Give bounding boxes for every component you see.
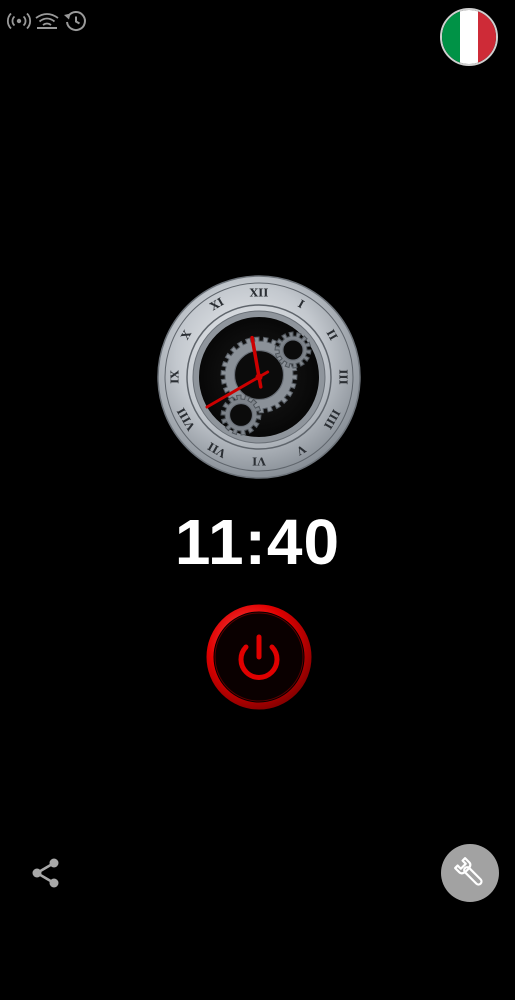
- share-icon: [32, 858, 59, 888]
- time-display: 11:40: [174, 506, 341, 578]
- clock-numeral: XII: [250, 287, 269, 300]
- power-button[interactable]: [205, 603, 313, 711]
- clock-numeral: VI: [252, 455, 267, 468]
- gear-hub: [282, 339, 304, 361]
- flag-red-stripe: [478, 10, 496, 64]
- wrench-icon: [454, 857, 483, 886]
- flag-white-stripe: [460, 10, 478, 64]
- clock-center-pin: [255, 373, 263, 381]
- clock-numeral: III: [337, 369, 350, 384]
- clock-numeral: IX: [169, 370, 182, 384]
- share-button[interactable]: [28, 855, 64, 891]
- broadcast-signal-icon: [6, 11, 32, 31]
- wifi-icon: [34, 11, 60, 31]
- gear-hub: [228, 402, 254, 428]
- screen: XII I II III IIII V VI VII VIII IX X XI 11:40: [0, 0, 515, 1000]
- italy-flag-icon: [442, 10, 460, 64]
- history-clock-icon: [62, 10, 88, 32]
- language-flag-button[interactable]: [440, 8, 498, 66]
- status-icons: [6, 8, 88, 34]
- analog-clock: XII I II III IIII V VI VII VIII IX X XI: [157, 275, 361, 479]
- settings-button[interactable]: [441, 844, 499, 902]
